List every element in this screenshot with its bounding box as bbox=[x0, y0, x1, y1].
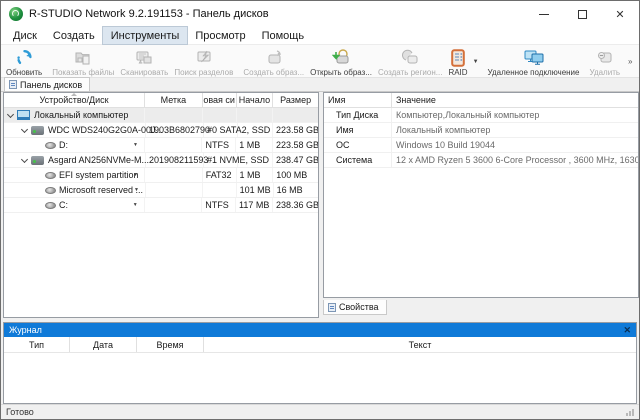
menu-tools[interactable]: Инструменты bbox=[103, 27, 188, 44]
property-row-os[interactable]: ОС Windows 10 Build 19044 bbox=[324, 138, 638, 153]
minimize-icon bbox=[539, 14, 549, 15]
properties-header: Имя Значение bbox=[324, 93, 638, 108]
log-column-text[interactable]: Текст bbox=[204, 337, 636, 352]
view-tab-bar: Панель дисков bbox=[1, 78, 639, 92]
create-image-button[interactable]: Создать образ... bbox=[240, 46, 307, 77]
property-row-disk-type[interactable]: Тип Диска Компьютер,Локальный компьютер bbox=[324, 108, 638, 123]
title-bar: R-STUDIO Network 9.2.191153 - Панель дис… bbox=[1, 1, 639, 27]
collapse-chevron-icon[interactable] bbox=[7, 111, 15, 119]
network-signal-icon bbox=[626, 409, 634, 416]
tree-row-local-computer[interactable]: Локальный компьютер bbox=[4, 108, 318, 123]
create-region-button[interactable]: Создать регион... bbox=[375, 46, 445, 77]
properties-tab-label: Свойства bbox=[339, 302, 379, 312]
refresh-icon bbox=[16, 48, 33, 67]
menu-bar: Диск Создать Инструменты Просмотр Помощь bbox=[1, 27, 639, 45]
open-image-icon bbox=[332, 48, 350, 67]
tree-row-partition-efi[interactable]: EFI system partition▼ FAT32 1 MB 100 MB bbox=[4, 168, 318, 183]
find-partitions-icon bbox=[195, 48, 213, 67]
property-row-system[interactable]: Система 12 x AMD Ryzen 5 3600 6-Core Pro… bbox=[324, 153, 638, 168]
tree-row-partition-d[interactable]: D:▼ NTFS 1 MB 223.58 GB bbox=[4, 138, 318, 153]
partition-dropdown-icon[interactable]: ▼ bbox=[133, 142, 138, 148]
window-title: R-STUDIO Network 9.2.191153 - Панель дис… bbox=[29, 8, 269, 20]
partition-icon bbox=[45, 142, 56, 149]
scan-icon bbox=[135, 48, 153, 67]
log-title: Журнал bbox=[9, 325, 42, 335]
tab-properties[interactable]: Свойства bbox=[323, 300, 387, 315]
app-window: R-STUDIO Network 9.2.191153 - Панель дис… bbox=[0, 0, 640, 420]
collapse-chevron-icon[interactable] bbox=[21, 156, 29, 164]
status-bar: Готово bbox=[1, 404, 639, 419]
disk-tree-header: Устройство/Диск Метка овая си Начало Раз… bbox=[4, 93, 318, 108]
raid-button[interactable]: RAID bbox=[445, 46, 470, 77]
log-column-time[interactable]: Время bbox=[137, 337, 204, 352]
refresh-button[interactable]: Обновить bbox=[3, 46, 45, 77]
create-image-icon bbox=[265, 48, 283, 67]
toolbar: Обновить Показать файлы Сканировать Поис… bbox=[1, 45, 639, 78]
window-controls: ✕ bbox=[525, 1, 639, 27]
menu-create[interactable]: Создать bbox=[45, 27, 103, 44]
menu-help[interactable]: Помощь bbox=[254, 27, 313, 44]
disk-tree-panel: Устройство/Диск Метка овая си Начало Раз… bbox=[3, 92, 319, 318]
close-button[interactable]: ✕ bbox=[601, 1, 639, 27]
log-panel: Журнал ✕ Тип Дата Время Текст bbox=[3, 322, 637, 404]
delete-icon bbox=[596, 48, 614, 67]
raid-icon bbox=[450, 48, 466, 67]
remote-connection-icon bbox=[523, 48, 545, 67]
column-label[interactable]: Метка bbox=[145, 93, 203, 107]
tab-disk-panel[interactable]: Панель дисков bbox=[4, 77, 90, 91]
column-device[interactable]: Устройство/Диск bbox=[4, 93, 145, 107]
partition-dropdown-icon[interactable]: ▼ bbox=[134, 187, 139, 193]
properties-tab-icon bbox=[328, 303, 336, 312]
column-start[interactable]: Начало bbox=[237, 93, 274, 107]
status-text: Готово bbox=[6, 407, 34, 417]
tree-row-partition-c[interactable]: C:▼ NTFS 117 MB 238.36 GB bbox=[4, 198, 318, 213]
find-partitions-button[interactable]: Поиск разделов bbox=[171, 46, 236, 77]
log-close-icon[interactable]: ✕ bbox=[623, 325, 631, 336]
sort-ascending-icon bbox=[71, 93, 77, 96]
disk-panel-tab-label: Панель дисков bbox=[20, 80, 82, 90]
log-header: Тип Дата Время Текст bbox=[4, 337, 636, 353]
show-files-button[interactable]: Показать файлы bbox=[49, 46, 117, 77]
partition-dropdown-icon[interactable]: ▼ bbox=[133, 172, 138, 178]
computer-icon bbox=[17, 110, 30, 120]
log-column-date[interactable]: Дата bbox=[70, 337, 137, 352]
collapse-chevron-icon[interactable] bbox=[21, 126, 29, 134]
tree-row-asgard-drive[interactable]: Asgard AN256NVMe-M... 201908211593 #1 NV… bbox=[4, 153, 318, 168]
toolbar-overflow-chevron[interactable]: » bbox=[623, 46, 637, 77]
column-size[interactable]: Размер bbox=[273, 93, 318, 107]
app-logo-icon bbox=[9, 7, 23, 21]
maximize-icon bbox=[578, 10, 587, 19]
maximize-button[interactable] bbox=[563, 1, 601, 27]
menu-disk[interactable]: Диск bbox=[5, 27, 45, 44]
minimize-button[interactable] bbox=[525, 1, 563, 27]
delete-button[interactable]: Удалить bbox=[586, 46, 623, 77]
raid-dropdown-icon[interactable]: ▼ bbox=[471, 46, 481, 77]
column-prop-name[interactable]: Имя bbox=[324, 93, 392, 107]
log-title-bar: Журнал ✕ bbox=[4, 323, 636, 337]
partition-icon bbox=[45, 202, 56, 209]
column-filesystem[interactable]: овая си bbox=[203, 93, 237, 107]
remote-connection-button[interactable]: Удаленное подключение bbox=[485, 46, 583, 77]
partition-dropdown-icon[interactable]: ▼ bbox=[133, 202, 138, 208]
hard-drive-icon bbox=[31, 126, 44, 135]
column-prop-value[interactable]: Значение bbox=[392, 93, 638, 107]
scan-button[interactable]: Сканировать bbox=[117, 46, 171, 77]
show-files-icon bbox=[74, 48, 92, 67]
menu-view[interactable]: Просмотр bbox=[187, 27, 253, 44]
properties-panel: Имя Значение Тип Диска Компьютер,Локальн… bbox=[323, 92, 639, 298]
partition-icon bbox=[45, 187, 56, 194]
tree-row-partition-msr[interactable]: Microsoft reserved ...▼ 101 MB 16 MB bbox=[4, 183, 318, 198]
hard-drive-icon bbox=[31, 156, 44, 165]
open-image-button[interactable]: Открыть образ... bbox=[307, 46, 375, 77]
log-column-type[interactable]: Тип bbox=[4, 337, 70, 352]
property-row-name[interactable]: Имя Локальный компьютер bbox=[324, 123, 638, 138]
main-area: Устройство/Диск Метка овая си Начало Раз… bbox=[1, 92, 639, 320]
properties-tab-bar: Свойства bbox=[323, 300, 387, 316]
partition-icon bbox=[45, 172, 56, 179]
create-region-icon bbox=[401, 48, 419, 67]
tree-row-wdc-drive[interactable]: WDC WDS240G2G0A-00J... 1903B6802790 #0 S… bbox=[4, 123, 318, 138]
disk-panel-tab-icon bbox=[9, 80, 17, 89]
